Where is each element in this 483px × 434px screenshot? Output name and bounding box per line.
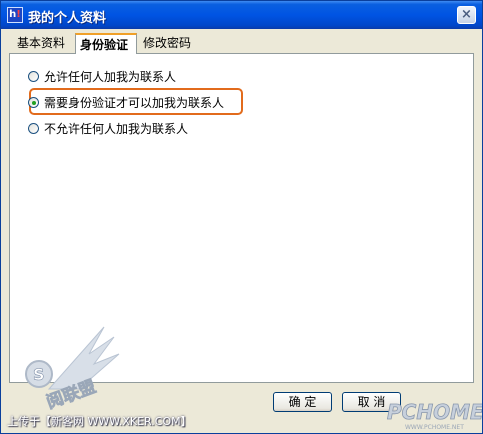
ok-button[interactable]: 确 定 [273,392,332,412]
app-icon: h! [7,7,23,23]
pchome-url-text: WWW.PCHOME.NET [405,424,464,431]
radio-circle[interactable] [28,71,39,82]
radio-label: 需要身份验证才可以加我为联系人 [44,96,225,110]
tab-identity-verification[interactable]: 身份验证 [75,33,137,54]
tab-basic-info[interactable]: 基本资料 [13,34,75,53]
radio-selected-dot [31,100,36,105]
title-bar[interactable]: h! 我的个人资料 × [1,1,482,29]
tab-change-password[interactable]: 修改密码 [139,34,201,53]
upload-watermark: 上传于【新客网 WWW.XKER.COM】 [7,415,192,428]
radio-label: 不允许任何人加我为联系人 [44,122,189,136]
pchome-watermark-logo: PCHOME WWW.PCHOME.NET [387,400,483,431]
site-logo-letter: S [33,365,45,384]
pchome-logo-text: PCHOME [387,400,483,424]
close-button[interactable]: × [457,6,476,24]
radio-circle[interactable] [28,123,39,134]
site-watermark-logo: S 阅联盟 [25,326,120,413]
profile-dialog: h! 我的个人资料 × 基本资料 身份验证 修改密码 允许任何人加我为联系人 需… [0,0,483,434]
radio-circle[interactable] [28,97,39,108]
window-title: 我的个人资料 [28,11,107,26]
radio-label: 允许任何人加我为联系人 [44,70,177,84]
close-icon: × [461,7,472,22]
